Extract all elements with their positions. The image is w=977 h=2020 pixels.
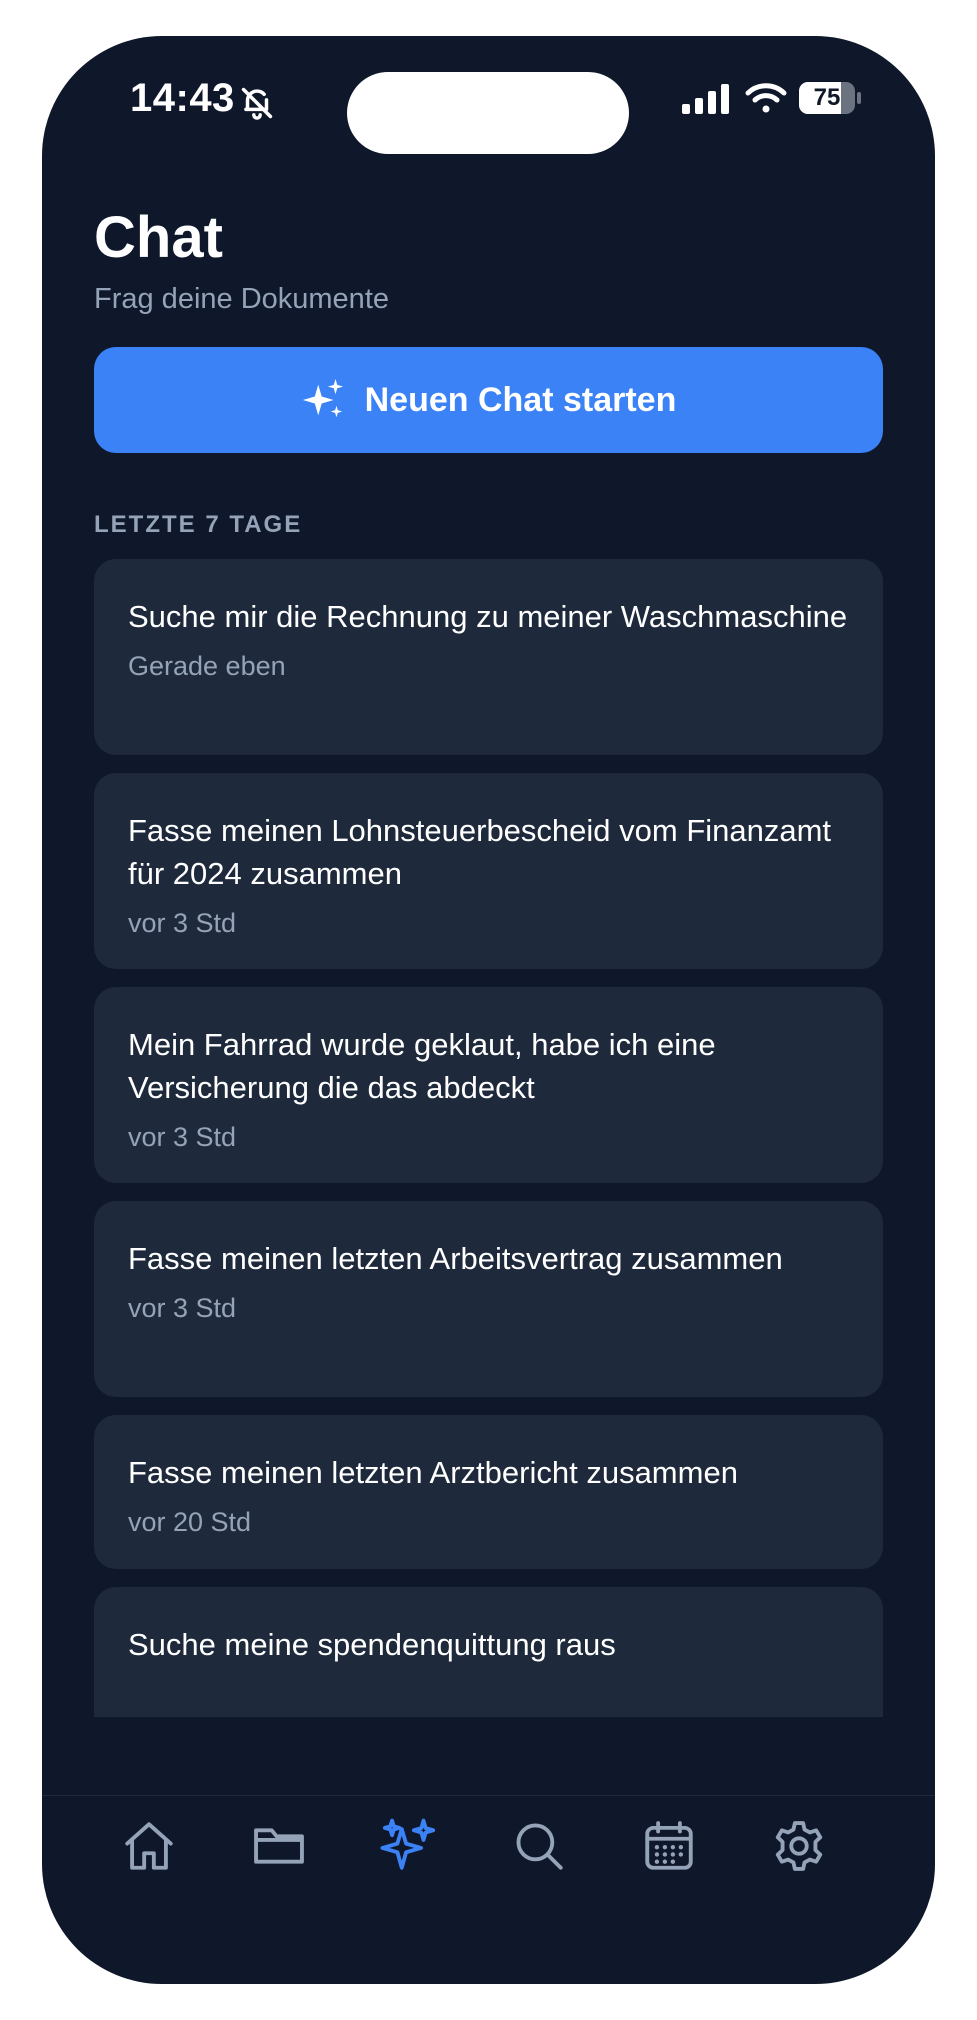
sparkles-icon — [380, 1818, 436, 1870]
chat-list-item[interactable]: Suche mir die Rechnung zu meiner Waschma… — [94, 559, 883, 755]
chat-list-item[interactable]: Fasse meinen letzten Arbeitsvertrag zusa… — [94, 1201, 883, 1397]
tab-chat[interactable] — [372, 1809, 446, 1883]
chat-list-item[interactable]: Mein Fahrrad wurde geklaut, habe ich ein… — [94, 987, 883, 1183]
status-time: 14:43 — [130, 76, 235, 120]
phone-screen: 14:43 75 Chat Frag deine Dokumente Neuen — [42, 36, 935, 1984]
chat-title: Suche meine spendenquittung raus — [128, 1627, 616, 1662]
wifi-icon — [745, 83, 787, 113]
tab-home[interactable] — [112, 1809, 186, 1883]
gear-icon — [775, 1821, 823, 1871]
tab-settings[interactable] — [762, 1809, 836, 1883]
chat-title: Fasse meinen letzten Arbeitsvertrag zusa… — [128, 1241, 783, 1276]
tab-documents[interactable] — [242, 1809, 316, 1883]
tab-bar-divider — [42, 1795, 935, 1796]
tab-calendar[interactable] — [632, 1809, 706, 1883]
chat-title: Fasse meinen letzten Arztbericht zusamme… — [128, 1455, 738, 1490]
battery-icon: 75 — [799, 82, 861, 114]
new-chat-label: Neuen Chat starten — [364, 380, 677, 419]
chat-time: vor 3 Std — [128, 908, 237, 938]
chat-title: Mein Fahrrad wurde geklaut, habe ich ein… — [128, 1027, 716, 1105]
chat-time: vor 20 Std — [128, 1507, 252, 1537]
chat-title: Fasse meinen Lohnsteuerbescheid vom Fina… — [128, 813, 832, 891]
search-icon — [516, 1823, 563, 1870]
calendar-icon — [645, 1821, 693, 1870]
new-chat-button[interactable]: Neuen Chat starten — [94, 347, 883, 453]
chat-list[interactable]: Suche mir die Rechnung zu meiner Waschma… — [94, 559, 883, 1717]
sparkles-icon — [302, 378, 343, 418]
page-subtitle: Frag deine Dokumente — [94, 283, 389, 315]
home-icon — [125, 1822, 173, 1870]
section-label: LETZTE 7 TAGE — [94, 511, 303, 538]
chat-title: Suche mir die Rechnung zu meiner Waschma… — [128, 599, 848, 634]
battery-level: 75 — [813, 84, 841, 111]
bell-off-icon — [241, 87, 273, 120]
chat-time: vor 3 Std — [128, 1122, 237, 1152]
tab-search[interactable] — [502, 1809, 576, 1883]
folder-icon — [254, 1828, 304, 1864]
page-title: Chat — [94, 205, 223, 270]
chat-list-item[interactable]: Fasse meinen Lohnsteuerbescheid vom Fina… — [94, 773, 883, 969]
chat-time: Gerade eben — [128, 651, 286, 681]
cellular-signal-icon — [682, 84, 729, 114]
chat-time: vor 3 Std — [128, 1293, 237, 1323]
chat-list-item[interactable]: Suche meine spendenquittung raus — [94, 1587, 883, 1717]
chat-list-item[interactable]: Fasse meinen letzten Arztbericht zusamme… — [94, 1415, 883, 1569]
dynamic-island — [347, 72, 629, 154]
